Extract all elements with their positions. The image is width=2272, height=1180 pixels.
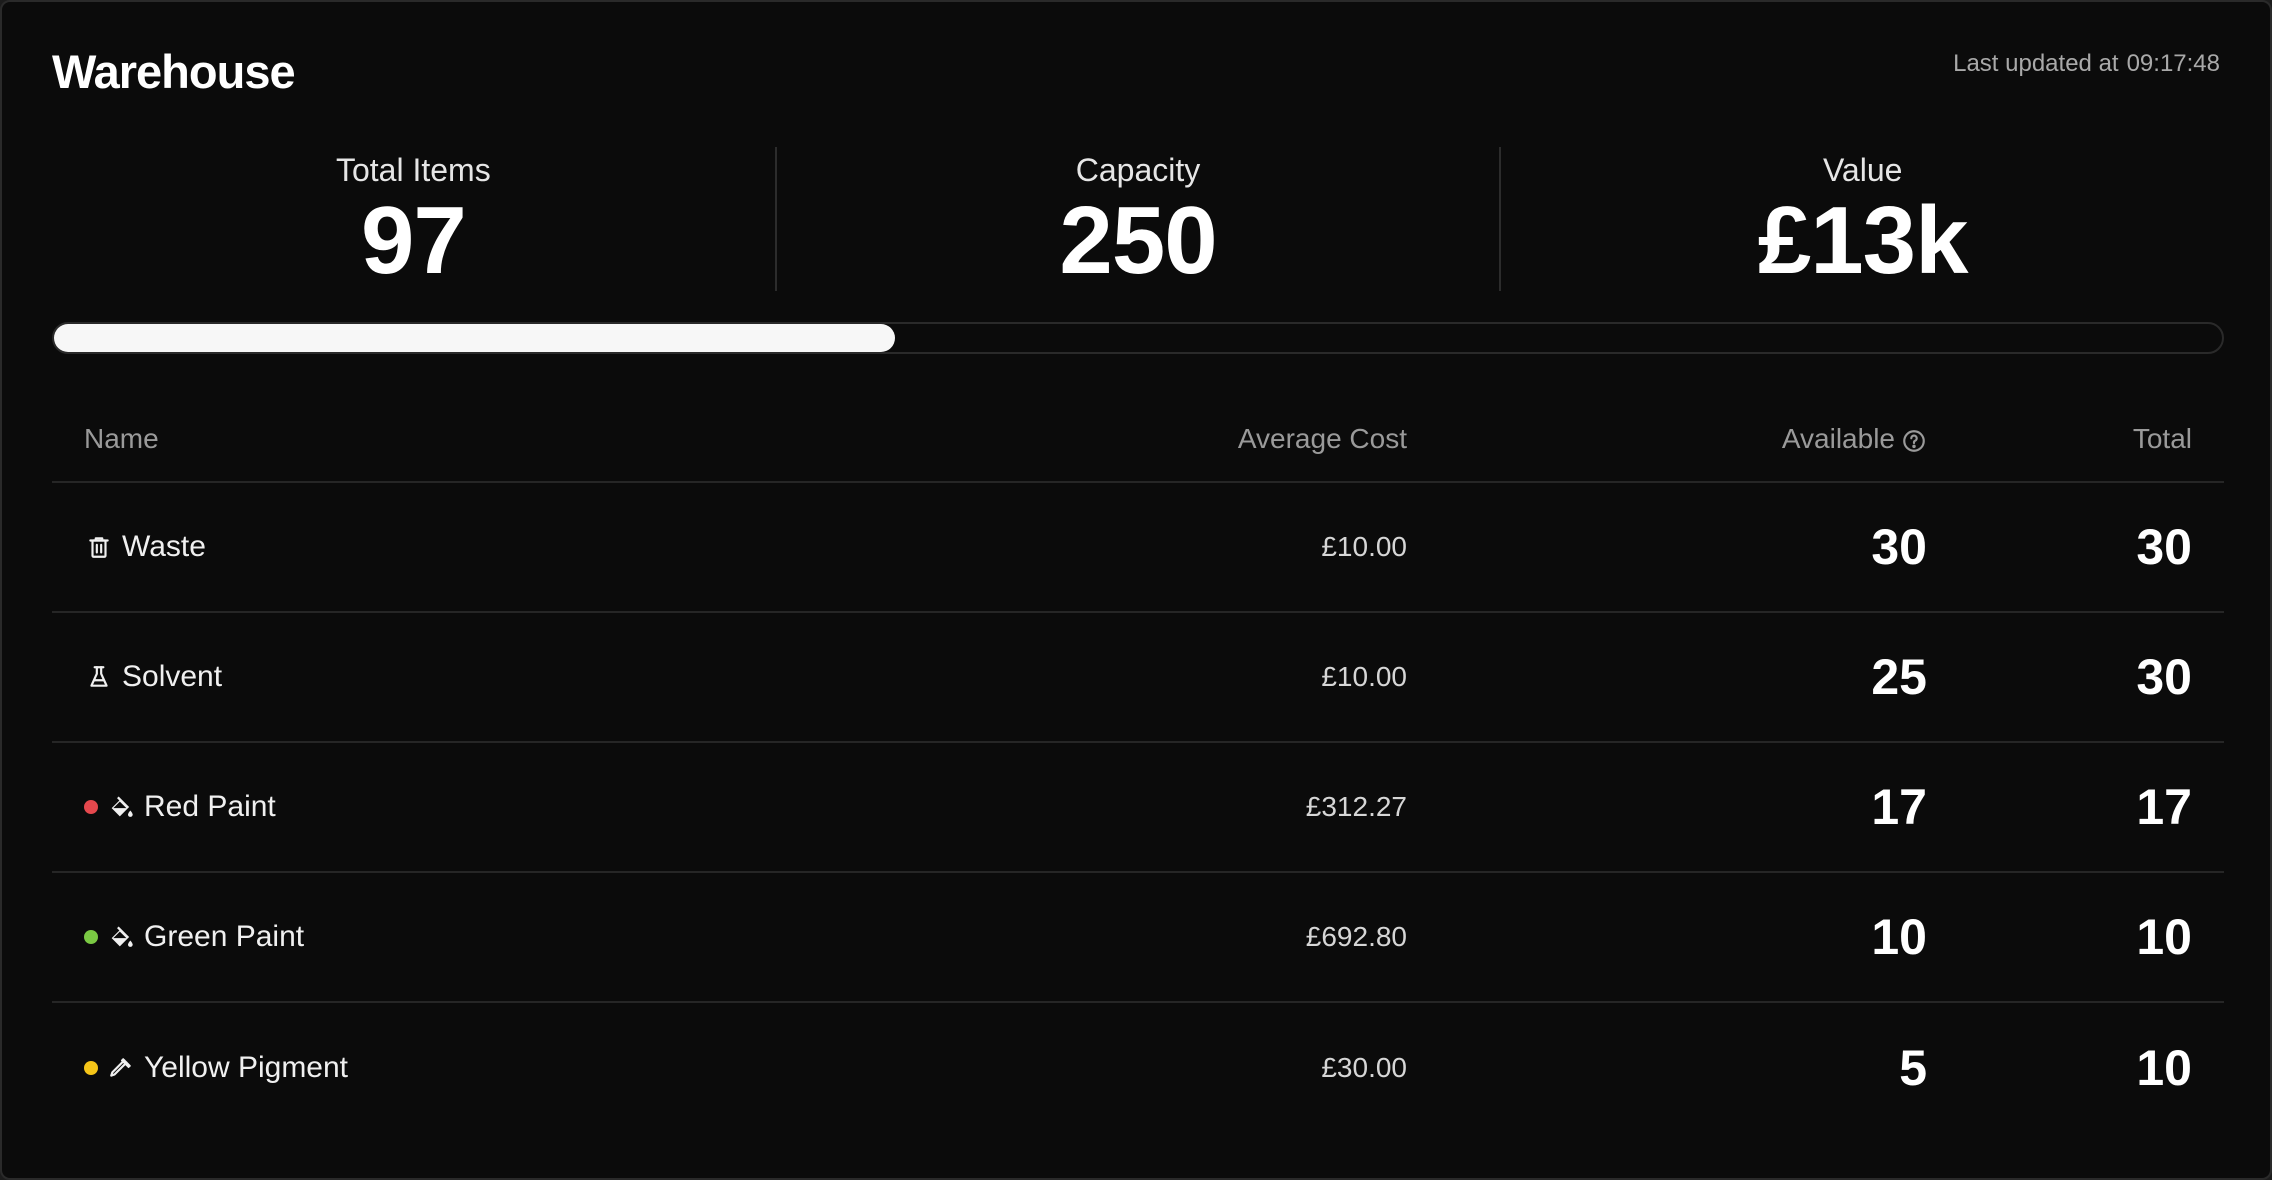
item-name: Green Paint bbox=[144, 920, 305, 953]
stat-label: Value bbox=[1822, 152, 1903, 188]
trash-icon bbox=[84, 532, 114, 562]
total-count: 10 bbox=[2136, 1039, 2192, 1096]
item-name: Waste bbox=[122, 530, 206, 563]
last-updated-time: 09:17:48 bbox=[2126, 50, 2220, 77]
table-row[interactable]: Yellow Pigment £30.00 5 10 bbox=[52, 1002, 2224, 1132]
column-header-total[interactable]: Total bbox=[1927, 397, 2224, 483]
column-header-available[interactable]: Available bbox=[1407, 397, 1927, 483]
average-cost: £30.00 bbox=[1321, 1051, 1407, 1083]
column-header-name[interactable]: Name bbox=[52, 397, 852, 483]
pipette-icon bbox=[106, 1053, 136, 1083]
item-name: Red Paint bbox=[144, 790, 276, 823]
color-dot bbox=[84, 1060, 98, 1075]
paint-bucket-icon bbox=[106, 792, 136, 822]
warehouse-panel: Warehouse Last updated at 09:17:48 Total… bbox=[0, 0, 2272, 1180]
flask-icon bbox=[84, 662, 114, 692]
stat-value: £13k bbox=[1757, 187, 1969, 294]
available-count: 10 bbox=[1871, 909, 1927, 965]
help-icon[interactable] bbox=[1901, 428, 1927, 454]
capacity-progress-bar bbox=[52, 322, 2224, 354]
item-name: Yellow Pigment bbox=[144, 1050, 349, 1084]
stats-row: Total Items 97 Capacity 250 Value £13k bbox=[52, 147, 2224, 291]
stat-label: Capacity bbox=[1075, 152, 1201, 188]
table-row[interactable]: Waste £10.00 30 30 bbox=[52, 482, 2224, 613]
column-header-available-label: Available bbox=[1781, 423, 1895, 454]
last-updated: Last updated at 09:17:48 bbox=[1953, 50, 2220, 78]
available-count: 17 bbox=[1871, 779, 1927, 835]
stat-value: 250 bbox=[1059, 187, 1217, 294]
stat-capacity: Capacity 250 bbox=[774, 147, 1500, 294]
last-updated-label: Last updated at bbox=[1953, 50, 2119, 77]
average-cost: £312.27 bbox=[1305, 791, 1407, 822]
table-header-row: Name Average Cost Available Total bbox=[52, 397, 2224, 483]
total-count: 17 bbox=[2136, 779, 2192, 835]
color-dot bbox=[84, 930, 98, 944]
item-name: Solvent bbox=[122, 660, 223, 693]
capacity-progress-fill bbox=[54, 324, 895, 352]
table-row[interactable]: Green Paint £692.80 10 10 bbox=[52, 872, 2224, 1003]
stat-label: Total Items bbox=[335, 152, 491, 188]
average-cost: £10.00 bbox=[1321, 531, 1407, 562]
table-row[interactable]: Red Paint £312.27 17 17 bbox=[52, 742, 2224, 873]
stat-total-items: Total Items 97 bbox=[52, 147, 775, 291]
column-header-average-cost[interactable]: Average Cost bbox=[852, 397, 1407, 483]
available-count: 30 bbox=[1871, 519, 1927, 575]
available-count: 25 bbox=[1871, 649, 1927, 705]
stat-value-total: Value £13k bbox=[1499, 147, 2224, 291]
inventory-table: Name Average Cost Available Total Waste bbox=[52, 397, 2224, 1132]
total-count: 30 bbox=[2136, 649, 2192, 705]
total-count: 10 bbox=[2136, 909, 2192, 965]
total-count: 30 bbox=[2136, 519, 2192, 575]
average-cost: £692.80 bbox=[1305, 921, 1407, 952]
stat-value: 97 bbox=[360, 187, 467, 294]
paint-bucket-icon bbox=[106, 922, 136, 952]
color-dot bbox=[84, 800, 98, 814]
average-cost: £10.00 bbox=[1321, 661, 1407, 692]
available-count: 5 bbox=[1899, 1039, 1927, 1096]
table-row[interactable]: Solvent £10.00 25 30 bbox=[52, 612, 2224, 743]
page-title: Warehouse bbox=[52, 45, 296, 98]
